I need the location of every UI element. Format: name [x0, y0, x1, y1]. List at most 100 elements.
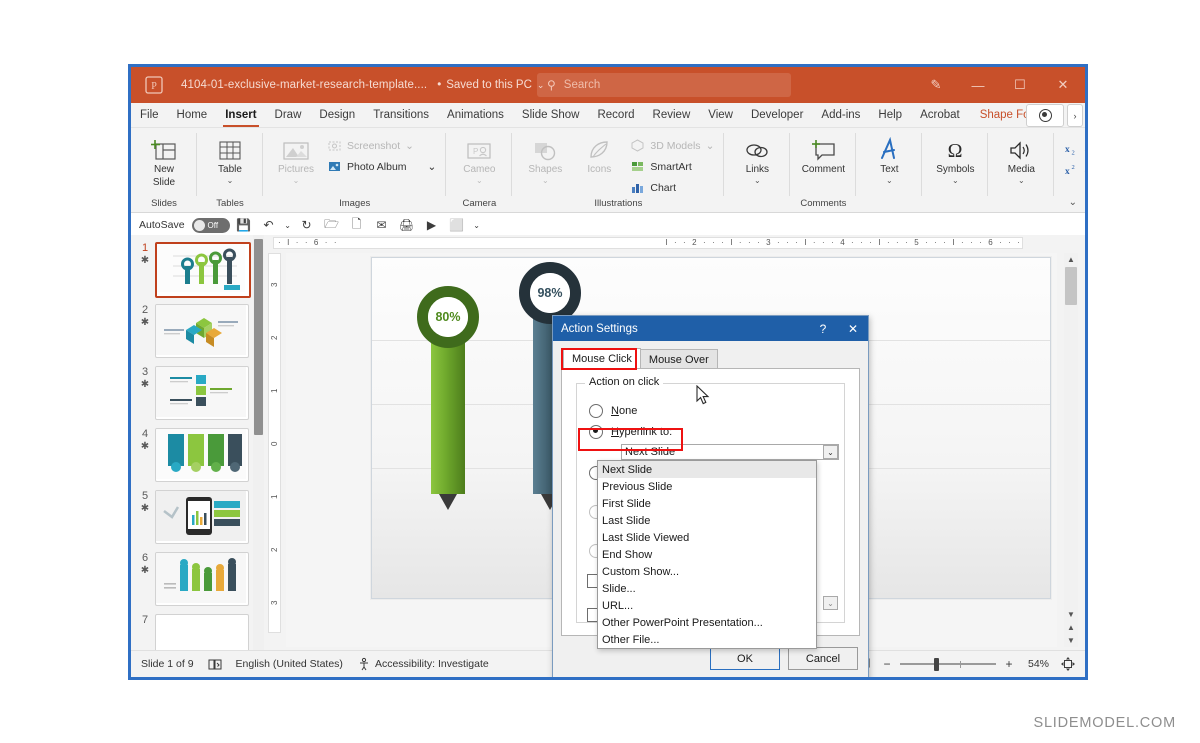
media-button[interactable]: Media ⌄ [994, 131, 1048, 185]
dropdown-option[interactable]: Slide... [598, 580, 816, 597]
smartart-button[interactable]: SmartArt [626, 157, 718, 176]
symbols-button[interactable]: Ω Symbols ⌄ [928, 131, 982, 185]
zoom-in-button[interactable]: + [998, 654, 1020, 674]
email-icon[interactable]: ✉ [371, 215, 393, 235]
thumbnail-row[interactable]: 2 ✱ [131, 297, 264, 359]
thumbnail-row[interactable]: 1 ✱ [131, 235, 264, 298]
links-button[interactable]: Links ⌄ [730, 131, 784, 185]
pictures-button[interactable]: Pictures ⌄ [269, 131, 323, 185]
screenshot-button[interactable]: Screenshot ⌄ [323, 136, 440, 155]
new-slide-button[interactable]: New Slide [137, 131, 191, 188]
minimize-button[interactable]: — [957, 67, 999, 103]
tab-draw[interactable]: Draw [266, 103, 311, 127]
tab-file[interactable]: File [131, 103, 168, 127]
search-input[interactable]: ⚲ Search [537, 73, 791, 97]
cancel-button[interactable]: Cancel [788, 647, 858, 670]
ok-button[interactable]: OK [710, 647, 780, 670]
dropdown-option[interactable]: Other File... [598, 631, 816, 648]
dropdown-option[interactable]: Other PowerPoint Presentation... [598, 614, 816, 631]
photo-album-button[interactable]: Photo Album ⌄ [323, 157, 440, 176]
tab-acrobat[interactable]: Acrobat [911, 103, 969, 127]
hyperlink-target-combo[interactable]: Next Slide ⌄ [621, 444, 839, 460]
icons-button[interactable]: Icons [572, 131, 626, 176]
tab-mouse-over[interactable]: Mouse Over [639, 349, 718, 369]
close-button[interactable]: ✕ [1041, 67, 1085, 103]
slide-counter[interactable]: Slide 1 of 9 [131, 658, 204, 670]
tab-insert[interactable]: Insert [216, 103, 265, 127]
thumbnail-scrollbar-thumb[interactable] [254, 239, 263, 435]
new-icon[interactable]: 🗋 [346, 215, 368, 235]
autosave-toggle[interactable]: Off [191, 217, 230, 233]
slide-vertical-scrollbar[interactable]: ▲ ▼ ▲ ▼ [1064, 253, 1078, 647]
start-slideshow-icon[interactable]: ▶ [421, 215, 443, 235]
hyperlink-target-dropdown-list[interactable]: Next Slide Previous Slide First Slide La… [597, 460, 817, 649]
more-tabs-chevron-icon[interactable]: › [1067, 104, 1083, 127]
3d-models-button[interactable]: 3D Models ⌄ [626, 136, 718, 155]
tab-slide-show[interactable]: Slide Show [513, 103, 589, 127]
dialog-help-button[interactable]: ? [808, 316, 838, 341]
present-icon[interactable]: ⬜ [446, 215, 468, 235]
dropdown-option[interactable]: Last Slide [598, 512, 816, 529]
scroll-down-icon[interactable]: ▼ [1065, 608, 1077, 621]
text-button[interactable]: Text ⌄ [862, 131, 916, 185]
undo-dropdown-icon[interactable]: ⌄ [283, 215, 293, 235]
tab-mouse-click[interactable]: Mouse Click [563, 348, 641, 369]
next-slide-icon[interactable]: ▼ [1065, 634, 1077, 647]
ribbon-chart-80[interactable]: 80% [408, 286, 488, 526]
dropdown-option[interactable]: Last Slide Viewed [598, 529, 816, 546]
cameo-button[interactable]: P Cameo ⌄ [452, 131, 506, 185]
slide-thumb-2[interactable] [155, 304, 249, 358]
slide-thumb-5[interactable] [155, 490, 249, 544]
thumbnail-row[interactable]: 4 ✱ [131, 421, 264, 483]
sound-combo-arrow-icon[interactable]: ⌄ [823, 596, 838, 610]
print-icon[interactable]: 🖨 [396, 215, 418, 235]
dropdown-option[interactable]: End Show [598, 546, 816, 563]
dropdown-option[interactable]: URL... [598, 597, 816, 614]
dropdown-option[interactable]: Next Slide [598, 461, 816, 478]
shapes-button[interactable]: Shapes ⌄ [518, 131, 572, 185]
tab-review[interactable]: Review [644, 103, 700, 127]
slide-thumbnail-pane[interactable]: 1 ✱ 2 ✱ 3 ✱ 4 ✱ 5 ✱ 6 ✱ 7 [131, 235, 264, 651]
action-settings-dialog[interactable]: Action Settings ? ✕ Mouse Click Mouse Ov… [552, 315, 869, 677]
dialog-close-button[interactable]: ✕ [838, 316, 868, 341]
tab-add-ins[interactable]: Add-ins [812, 103, 869, 127]
accessibility-status[interactable]: Accessibility: Investigate [375, 658, 499, 670]
subscript-button[interactable]: x 2 Subscript [1060, 139, 1085, 158]
zoom-slider-knob[interactable] [933, 657, 939, 671]
open-icon[interactable]: 🗁 [321, 215, 343, 235]
thumbnail-row[interactable]: 5 ✱ [131, 483, 264, 545]
more-qat-icon[interactable]: ⌄ [471, 215, 483, 235]
table-button[interactable]: Table ⌄ [203, 131, 257, 185]
zoom-slider[interactable] [899, 657, 996, 671]
tab-record[interactable]: Record [588, 103, 643, 127]
scrollbar-thumb[interactable] [1065, 267, 1077, 305]
thumbnail-scrollbar[interactable] [253, 235, 264, 651]
radio-button[interactable] [589, 424, 603, 439]
tab-transitions[interactable]: Transitions [364, 103, 438, 127]
thumbnail-row[interactable]: 3 ✱ [131, 359, 264, 421]
slide-thumb-7[interactable] [155, 614, 249, 651]
comment-button[interactable]: Comment [796, 131, 850, 176]
tab-home[interactable]: Home [168, 103, 217, 127]
save-icon[interactable]: 💾 [233, 215, 255, 235]
record-button[interactable] [1026, 104, 1064, 127]
dropdown-option[interactable]: Previous Slide [598, 478, 816, 495]
tab-developer[interactable]: Developer [742, 103, 812, 127]
slide-thumb-3[interactable] [155, 366, 249, 420]
slide-thumb-6[interactable] [155, 552, 249, 606]
superscript-button[interactable]: x 2 Superscript [1060, 160, 1085, 179]
slide-thumb-1[interactable] [155, 242, 251, 298]
tab-design[interactable]: Design [310, 103, 364, 127]
tab-view[interactable]: View [699, 103, 742, 127]
slide-thumb-4[interactable] [155, 428, 249, 482]
chevron-down-icon[interactable]: ⌄ [823, 445, 838, 459]
redo-icon[interactable]: ↻ [296, 215, 318, 235]
zoom-out-button[interactable]: − [876, 654, 898, 674]
radio-hyperlink-to[interactable]: Hyperlink to: [577, 421, 844, 442]
tab-animations[interactable]: Animations [438, 103, 513, 127]
radio-button[interactable] [589, 403, 603, 418]
fit-to-window-icon[interactable] [1057, 654, 1079, 674]
dropdown-option[interactable]: First Slide [598, 495, 816, 512]
thumbnail-row[interactable]: 7 [131, 607, 264, 651]
scroll-up-icon[interactable]: ▲ [1065, 253, 1077, 266]
